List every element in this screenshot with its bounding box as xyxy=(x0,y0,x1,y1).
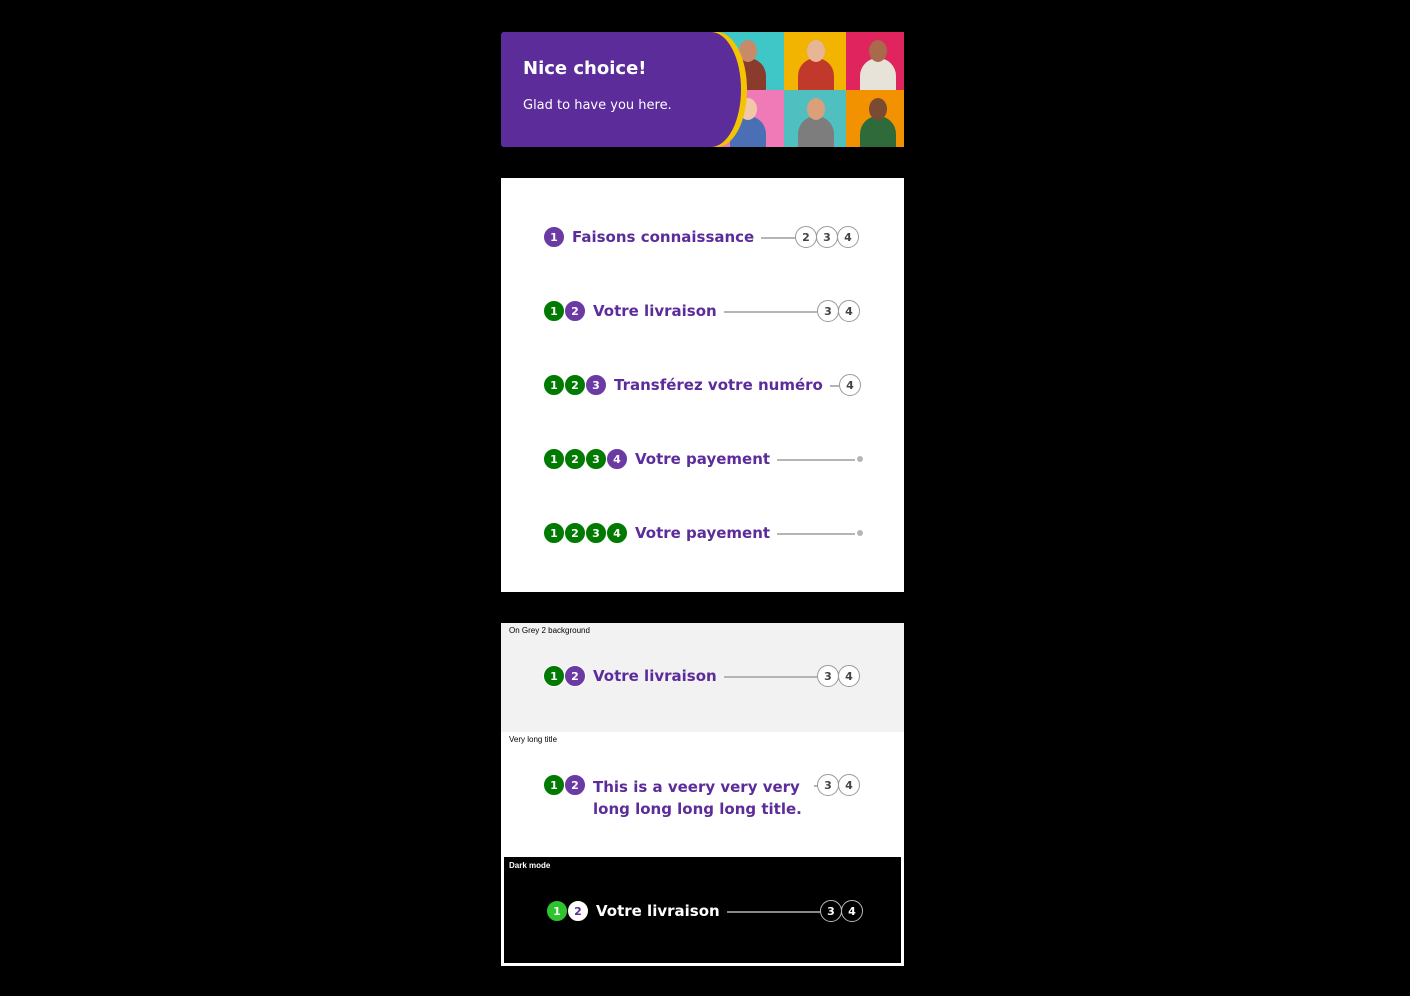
grey-caption: On Grey 2 background xyxy=(509,626,590,635)
progress-line xyxy=(829,385,839,387)
completed-steps: 12 xyxy=(543,300,586,322)
step-4-todo-badge: 4 xyxy=(837,226,859,248)
step-2-done-badge: 2 xyxy=(564,448,586,470)
step-3-todo-badge: 3 xyxy=(820,900,842,922)
step-1-done-badge: 1 xyxy=(546,900,568,922)
step-1-done-badge: 1 xyxy=(543,374,565,396)
stepper-variants-card: 1 Faisons connaissance 2 3 4 1 2 Votre livraiso… xyxy=(501,178,904,592)
completed-steps: 1 xyxy=(543,226,565,248)
stepper: 1 2 3 Transférez votre numéro 4 xyxy=(543,374,863,400)
upcoming-steps: 34 xyxy=(820,900,863,922)
upcoming-steps: 234 xyxy=(795,226,859,248)
step-title: This is a veery very very long long long… xyxy=(593,778,802,818)
step-title: Votre livraison xyxy=(596,902,720,920)
step-title: Transférez votre numéro xyxy=(614,376,823,394)
step-2-active-badge: 2 xyxy=(564,665,586,687)
step-2-done-badge: 2 xyxy=(564,374,586,396)
upcoming-steps: 34 xyxy=(817,774,860,796)
step-1-active-badge: 1 xyxy=(543,226,565,248)
step-1-done-badge: 1 xyxy=(543,774,565,796)
dark-mode-example: Dark mode 1 2 Votre livraison 3 4 xyxy=(501,857,904,966)
progress-end-dot xyxy=(857,456,863,462)
completed-steps: 1234 xyxy=(543,522,628,544)
stepper: 1 2 Votre livraison 3 4 xyxy=(546,900,866,926)
grey-background-example: On Grey 2 background 1 2 Votre livraison 3 4 xyxy=(501,623,904,732)
step-3-active-badge: 3 xyxy=(585,374,607,396)
step-3-todo-badge: 3 xyxy=(817,774,839,796)
step-4-todo-badge: 4 xyxy=(841,900,863,922)
step-title: Votre livraison xyxy=(593,667,717,685)
step-4-active-badge: 4 xyxy=(606,448,628,470)
progress-line xyxy=(777,459,855,461)
step-title: Votre livraison xyxy=(593,302,717,320)
progress-end-dot xyxy=(857,530,863,536)
step-2-todo-badge: 2 xyxy=(795,226,817,248)
upcoming-steps: 4 xyxy=(839,374,861,396)
progress-line xyxy=(723,311,817,313)
step-4-todo-badge: 4 xyxy=(838,665,860,687)
dark-caption: Dark mode xyxy=(509,861,551,870)
step-3-done-badge: 3 xyxy=(585,448,607,470)
completed-steps: 12 xyxy=(546,900,589,922)
progress-line xyxy=(777,533,855,535)
step-4-todo-badge: 4 xyxy=(838,774,860,796)
step-title: Votre payement xyxy=(635,524,771,542)
long-caption: Very long title xyxy=(509,735,558,744)
banner-subtitle: Glad to have you here. xyxy=(523,98,672,113)
stepper: 1 2 Votre livraison 3 4 xyxy=(543,665,863,691)
step-1-done-badge: 1 xyxy=(543,665,565,687)
banner-overlay: Nice choice! Glad to have you here. xyxy=(501,32,904,147)
upcoming-steps: 34 xyxy=(817,300,860,322)
stepper: 1 2 Votre livraison 3 4 xyxy=(543,300,863,326)
stepper: 1 Faisons connaissance 2 3 4 xyxy=(543,226,863,252)
long-title-example: Very long title 1 2 This is a veery very v… xyxy=(501,732,904,857)
step-title: Votre payement xyxy=(635,450,771,468)
stepper: 1 2 This is a veery very very long long lo… xyxy=(543,774,863,818)
step-3-todo-badge: 3 xyxy=(816,226,838,248)
stepper: 1 2 3 4 Votre payement xyxy=(543,448,863,474)
progress-line xyxy=(726,911,820,913)
banner-panel xyxy=(501,32,735,147)
step-1-done-badge: 1 xyxy=(543,522,565,544)
step-2-active-badge: 2 xyxy=(564,774,586,796)
step-title: Faisons connaissance xyxy=(572,228,755,246)
completed-steps: 12 xyxy=(543,774,586,796)
step-1-done-badge: 1 xyxy=(543,448,565,470)
step-2-active-badge: 2 xyxy=(567,900,589,922)
progress-line xyxy=(761,237,795,239)
step-3-todo-badge: 3 xyxy=(817,665,839,687)
stepper: 1 2 3 4 Votre payement xyxy=(543,522,863,548)
step-4-done-badge: 4 xyxy=(606,522,628,544)
upcoming-steps: 34 xyxy=(817,665,860,687)
step-4-todo-badge: 4 xyxy=(839,374,861,396)
banner-title: Nice choice! xyxy=(523,58,647,79)
completed-steps: 1234 xyxy=(543,448,628,470)
step-2-active-badge: 2 xyxy=(564,300,586,322)
step-3-done-badge: 3 xyxy=(585,522,607,544)
progress-line xyxy=(723,676,817,678)
step-4-todo-badge: 4 xyxy=(838,300,860,322)
step-2-done-badge: 2 xyxy=(564,522,586,544)
completed-steps: 12 xyxy=(543,665,586,687)
completed-steps: 123 xyxy=(543,374,607,396)
step-1-done-badge: 1 xyxy=(543,300,565,322)
step-3-todo-badge: 3 xyxy=(817,300,839,322)
